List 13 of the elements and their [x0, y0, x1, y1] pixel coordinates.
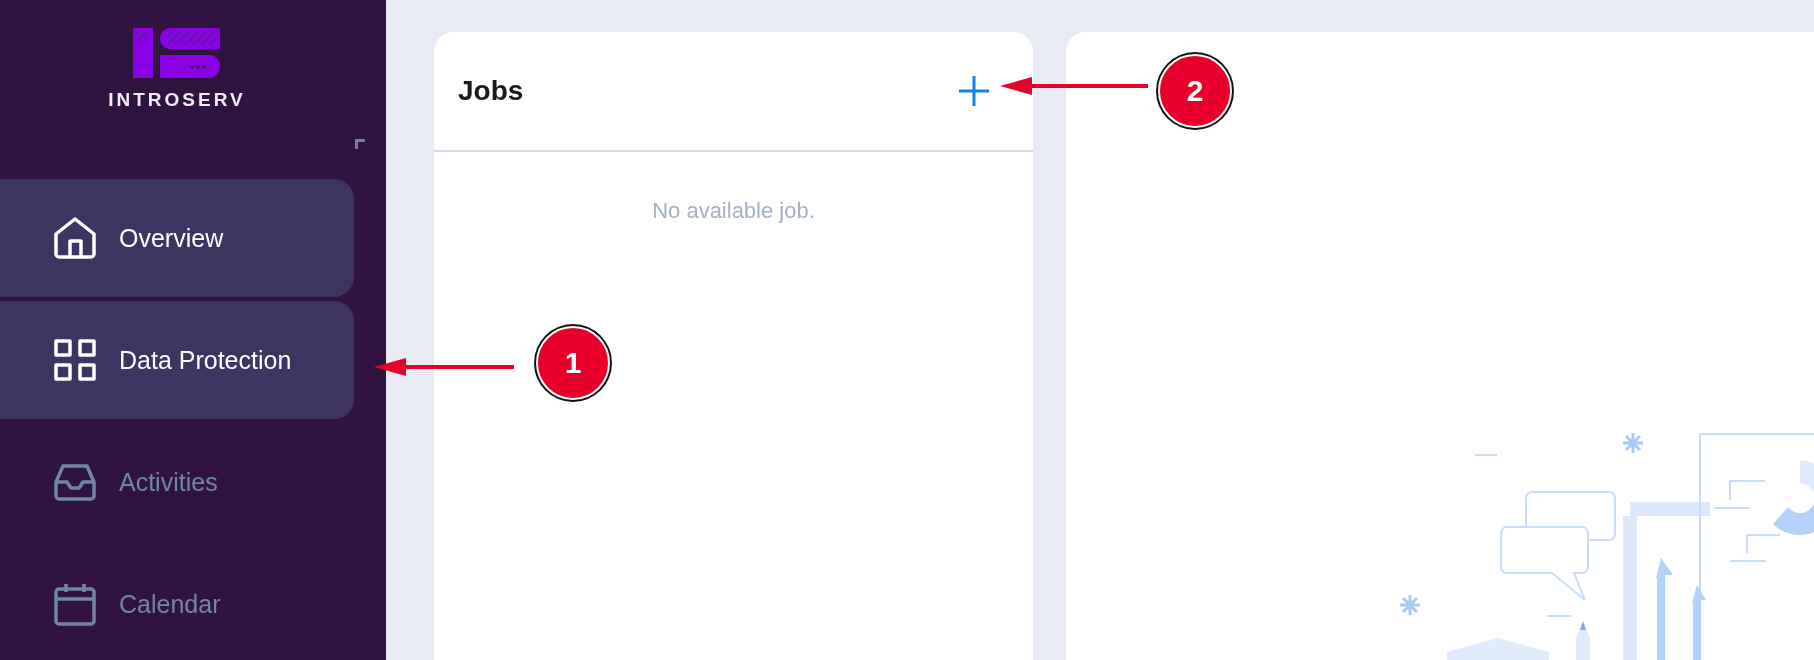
empty-message: No available job. — [651, 198, 816, 224]
home-icon — [53, 216, 97, 260]
grid-icon — [53, 338, 97, 382]
sidebar-item[interactable]: Calendar — [0, 545, 354, 660]
collapse-icon[interactable] — [355, 139, 365, 149]
add-icon[interactable] — [957, 74, 991, 108]
calendar-icon — [53, 582, 97, 626]
logo-icon — [132, 28, 222, 78]
panel-title: Jobs — [458, 75, 524, 107]
sidebar-item[interactable]: Activities — [0, 423, 354, 541]
sidebar-item[interactable]: Overview — [0, 179, 354, 297]
sidebar-item[interactable]: Data Protection — [0, 301, 354, 419]
logo-text: INTROSERV — [108, 91, 246, 109]
